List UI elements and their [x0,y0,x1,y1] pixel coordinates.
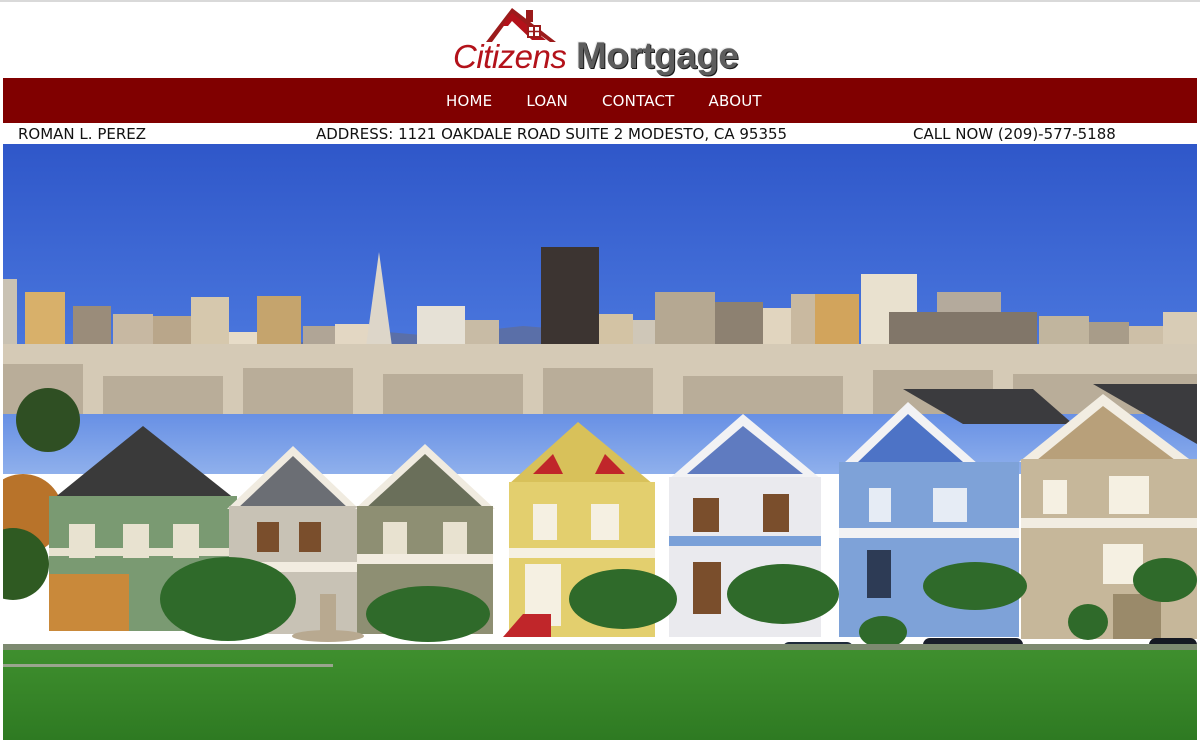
logo-word-mortgage: Mortgage [576,35,739,76]
nav-loan-link[interactable]: LOAN [526,92,568,110]
nav-home-link[interactable]: HOME [446,92,492,110]
info-bar: ROMAN L. PEREZ ADDRESS: 1121 OAKDALE ROA… [3,123,1197,144]
logo-word-citizens: Citizens [453,38,567,75]
company-logo[interactable]: Citizens Mortgage [450,4,750,78]
page-frame: Citizens Mortgage HOME LOAN CONTACT ABOU… [0,0,1200,742]
site-header: Citizens Mortgage [0,2,1200,78]
main-nav: HOME LOAN CONTACT ABOUT [3,78,1197,123]
nav-items: HOME LOAN CONTACT ABOUT [446,78,796,123]
nav-contact-link[interactable]: CONTACT [602,92,675,110]
painted-ladies-skyline-photo [3,144,1197,740]
hero-image [3,144,1197,740]
nav-about-link[interactable]: ABOUT [709,92,762,110]
agent-name: ROMAN L. PEREZ [18,125,147,143]
office-address: ADDRESS: 1121 OAKDALE ROAD SUITE 2 MODES… [316,125,788,143]
call-now-phone[interactable]: CALL NOW (209)-577-5188 [913,125,1116,143]
